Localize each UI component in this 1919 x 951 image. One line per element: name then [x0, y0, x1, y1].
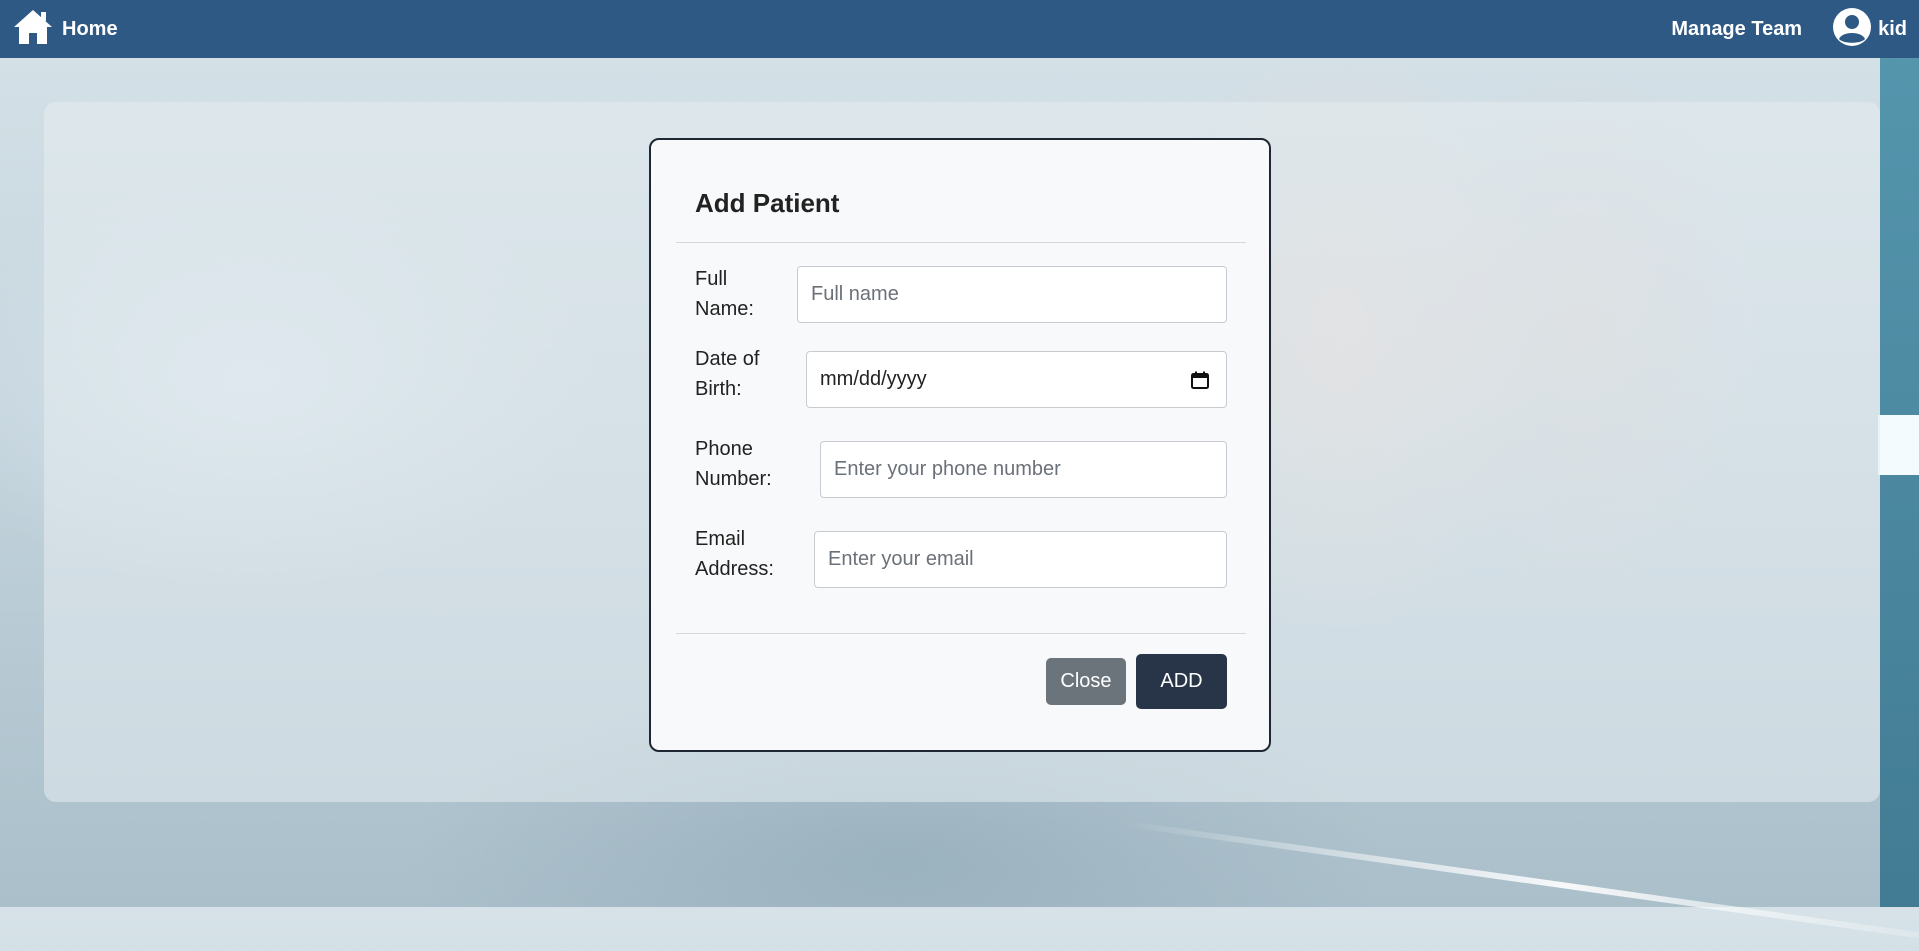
top-navbar: Home Manage Team kid: [0, 0, 1919, 58]
full-name-input[interactable]: [797, 266, 1227, 323]
background-light-beam: [1119, 820, 1919, 951]
full-name-label: Full Name:: [695, 268, 754, 320]
phone-number-input[interactable]: [820, 441, 1227, 498]
home-label: Home: [62, 17, 118, 40]
email-address-label: Email Address:: [695, 528, 774, 580]
user-circle-icon: [1832, 7, 1872, 52]
email-address-input[interactable]: [814, 531, 1227, 588]
add-patient-modal: Add Patient Full Name: Date of Birth: mm…: [649, 138, 1271, 752]
date-format-placeholder: mm/dd/yyyy: [820, 368, 927, 390]
user-menu[interactable]: kid: [1832, 7, 1907, 52]
modal-header-divider: [676, 242, 1246, 243]
manage-team-link[interactable]: Manage Team: [1671, 18, 1802, 41]
home-link[interactable]: Home: [12, 9, 118, 49]
phone-number-label: Phone Number:: [695, 438, 772, 490]
background-decoration: [1878, 415, 1919, 475]
add-button[interactable]: ADD: [1136, 654, 1227, 709]
house-icon: [12, 8, 54, 51]
modal-title: Add Patient: [695, 188, 840, 218]
calendar-icon[interactable]: [1190, 370, 1210, 390]
date-of-birth-label: Date of Birth:: [695, 348, 760, 400]
close-button[interactable]: Close: [1046, 658, 1126, 705]
user-name: kid: [1878, 17, 1907, 40]
date-of-birth-input[interactable]: mm/dd/yyyy: [806, 351, 1227, 408]
modal-footer-divider: [676, 633, 1246, 634]
